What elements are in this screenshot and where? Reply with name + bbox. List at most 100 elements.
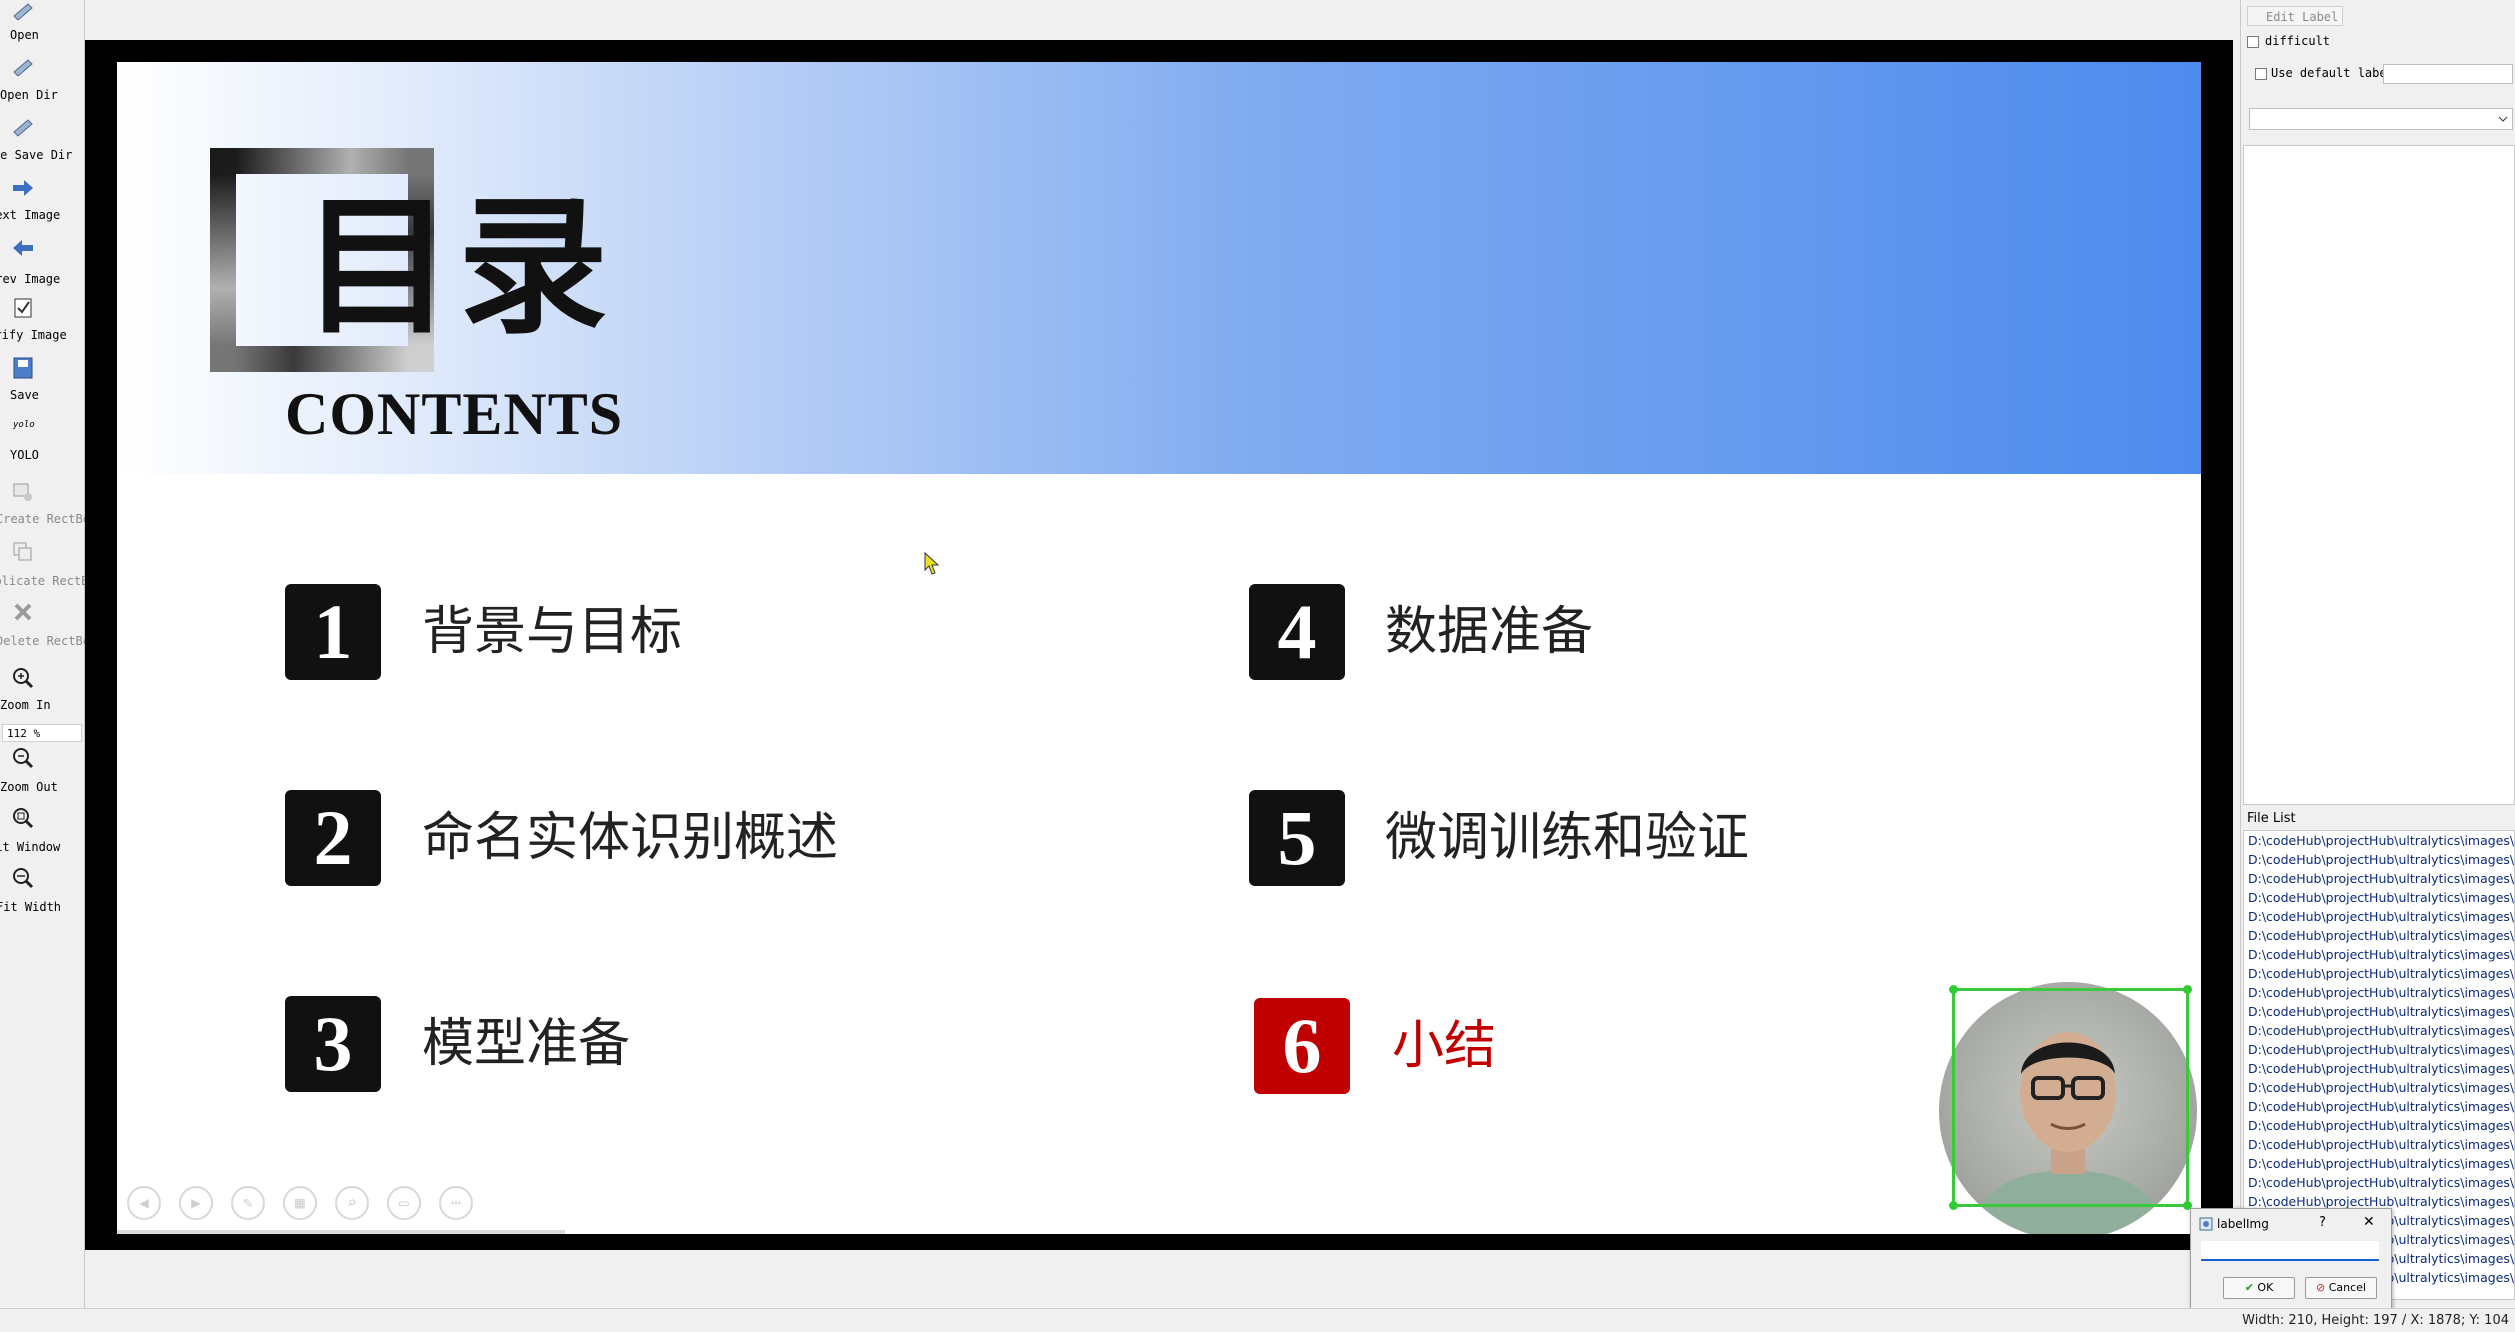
file-list-item[interactable]: D:\codeHub\projectHub\ultralytics\images… <box>2244 907 2514 926</box>
next-image-button[interactable]: Next Image <box>0 176 84 222</box>
more-icon: ⋯ <box>439 1186 473 1220</box>
file-list-item[interactable]: D:\codeHub\projectHub\ultralytics\images… <box>2244 1116 2514 1135</box>
save-button[interactable]: Save <box>0 356 84 402</box>
zoom-out-button[interactable]: Zoom Out <box>0 746 84 794</box>
delete-rect-icon <box>14 603 32 621</box>
fit-width-icon <box>13 868 34 889</box>
item-number: 2 <box>285 790 381 886</box>
file-list-item[interactable]: D:\codeHub\projectHub\ultralytics\images… <box>2244 1002 2514 1021</box>
toolbar-label: Fit Width <box>0 900 62 914</box>
file-list-item[interactable]: D:\codeHub\projectHub\ultralytics\images… <box>2244 1154 2514 1173</box>
zoom-level-spinbox[interactable]: 112 % <box>2 724 82 742</box>
help-button[interactable]: ? <box>2319 1215 2326 1230</box>
open-button[interactable]: Open <box>0 0 84 42</box>
file-list-item[interactable]: D:\codeHub\projectHub\ultralytics\images… <box>2244 945 2514 964</box>
file-list-item[interactable]: D:\codeHub\projectHub\ultralytics\images… <box>2244 1135 2514 1154</box>
toolbar-label: Fit Window <box>0 840 61 854</box>
item-text: 模型准备 <box>422 1014 631 1074</box>
file-list-item[interactable]: D:\codeHub\projectHub\ultralytics\images… <box>2244 1040 2514 1059</box>
duplicate-rectbox-button[interactable]: Duplicate RectBox <box>0 540 103 588</box>
toolbar-label: Open Dir <box>0 88 58 102</box>
screen-icon: ▭ <box>387 1186 421 1220</box>
file-list-item[interactable]: D:\codeHub\projectHub\ultralytics\images… <box>2244 1173 2514 1192</box>
fit-window-icon <box>13 808 34 829</box>
difficult-checkbox[interactable] <box>2247 36 2259 48</box>
toolbar-label: Zoom In <box>0 698 51 712</box>
slide-progress-bar <box>117 1230 565 1234</box>
dialog-title: labelImg <box>2217 1217 2269 1231</box>
open-folder-icon <box>13 3 33 21</box>
toolbar-label: YOLO <box>10 448 39 462</box>
toolbar-label: Verify Image <box>0 328 67 342</box>
item-number: 6 <box>1254 998 1350 1094</box>
bbox-handle[interactable] <box>2183 985 2192 994</box>
close-button[interactable]: ✕ <box>2363 1214 2375 1230</box>
save-dir-icon <box>13 119 33 137</box>
item-text: 背景与目标 <box>422 602 683 662</box>
check-icon: ✔ <box>2244 1281 2254 1294</box>
zoom-in-button[interactable]: Zoom In <box>0 666 84 712</box>
prev-image-button[interactable]: Prev Image <box>0 236 84 286</box>
ok-label: OK <box>2257 1281 2274 1294</box>
status-bar: Width: 210, Height: 197 / X: 1878; Y: 10… <box>0 1308 2515 1332</box>
zoom-in-icon <box>13 668 34 689</box>
label-input[interactable] <box>2201 1241 2379 1261</box>
default-label-input[interactable] <box>2383 64 2513 84</box>
change-save-dir-button[interactable]: Change Save Dir <box>0 116 84 162</box>
delete-rectbox-button[interactable]: Delete RectBox <box>0 600 97 648</box>
right-dock-panel: Edit Label difficult Use default label F… <box>2240 0 2515 1308</box>
file-list-item[interactable]: D:\codeHub\projectHub\ultralytics\images… <box>2244 983 2514 1002</box>
open-dir-button[interactable]: Open Dir <box>0 56 84 102</box>
slide-next-icon: ▶ <box>179 1186 213 1220</box>
cancel-icon: ⊘ <box>2316 1281 2326 1294</box>
file-list-item[interactable]: D:\codeHub\projectHub\ultralytics\images… <box>2244 831 2514 850</box>
use-default-label-checkbox[interactable] <box>2255 68 2267 80</box>
file-list-item[interactable]: D:\codeHub\projectHub\ultralytics\images… <box>2244 1097 2514 1116</box>
item-number: 3 <box>285 996 381 1092</box>
yolo-button[interactable]: yolo YOLO <box>0 416 84 462</box>
fit-window-button[interactable]: Fit Window <box>0 806 84 854</box>
verify-image-button[interactable]: Verify Image <box>0 296 84 342</box>
edit-label-button[interactable]: Edit Label <box>2247 6 2343 26</box>
label-combobox[interactable] <box>2249 108 2513 130</box>
bbox-handle[interactable] <box>1949 985 1958 994</box>
label-list[interactable] <box>2243 145 2515 805</box>
toolbar-label: Zoom Out <box>0 780 58 794</box>
slides-icon: ▦ <box>283 1186 317 1220</box>
file-list-item[interactable]: D:\codeHub\projectHub\ultralytics\images… <box>2244 1021 2514 1040</box>
image-canvas[interactable]: 目录 CONTENTS 1 背景与目标 2 命名实体识别概述 3 模型准备 4 … <box>85 0 2233 1308</box>
duplicate-rect-icon <box>13 542 32 561</box>
file-list-item[interactable]: D:\codeHub\projectHub\ultralytics\images… <box>2244 869 2514 888</box>
item-text: 小结 <box>1392 1016 1497 1076</box>
toolbar-label: Next Image <box>0 208 61 222</box>
item-number: 5 <box>1249 790 1345 886</box>
file-list-item[interactable]: D:\codeHub\projectHub\ultralytics\images… <box>2244 1078 2514 1097</box>
slide-image: 目录 CONTENTS 1 背景与目标 2 命名实体识别概述 3 模型准备 4 … <box>117 62 2201 1234</box>
app-icon <box>2199 1217 2213 1231</box>
file-list-item[interactable]: D:\codeHub\projectHub\ultralytics\images… <box>2244 1059 2514 1078</box>
mouse-cursor-icon <box>924 552 940 575</box>
zoom-out-icon <box>13 748 34 769</box>
file-list-item[interactable]: D:\codeHub\projectHub\ultralytics\images… <box>2244 888 2514 907</box>
yolo-icon: yolo <box>13 420 35 430</box>
item-text: 微调训练和验证 <box>1385 808 1750 868</box>
cancel-button[interactable]: ⊘ Cancel <box>2305 1277 2377 1299</box>
save-icon <box>13 357 33 379</box>
slide-banner: 目录 CONTENTS <box>117 62 2201 474</box>
status-text: Width: 210, Height: 197 / X: 1878; Y: 10… <box>2242 1313 2509 1328</box>
item-text: 命名实体识别概述 <box>422 808 839 868</box>
toolbar-label: Prev Image <box>0 272 61 286</box>
bbox-handle[interactable] <box>1949 1201 1958 1210</box>
left-toolbar: Open Open Dir Change Save Dir Next Image… <box>0 0 103 1308</box>
toolbar-label: Create RectBox <box>0 512 98 526</box>
file-list-item[interactable]: D:\codeHub\projectHub\ultralytics\images… <box>2244 964 2514 983</box>
ok-button[interactable]: ✔ OK <box>2223 1277 2295 1299</box>
fit-width-button[interactable]: Fit Width <box>0 866 84 914</box>
toolbar-label: Open <box>10 28 39 42</box>
file-list-item[interactable]: D:\codeHub\projectHub\ultralytics\images… <box>2244 850 2514 869</box>
create-rect-icon <box>13 483 32 501</box>
slide-title-cn: 目录 <box>302 179 615 355</box>
bounding-box[interactable] <box>1949 985 2192 1210</box>
file-list-item[interactable]: D:\codeHub\projectHub\ultralytics\images… <box>2244 926 2514 945</box>
create-rectbox-button[interactable]: Create RectBox <box>0 480 97 526</box>
